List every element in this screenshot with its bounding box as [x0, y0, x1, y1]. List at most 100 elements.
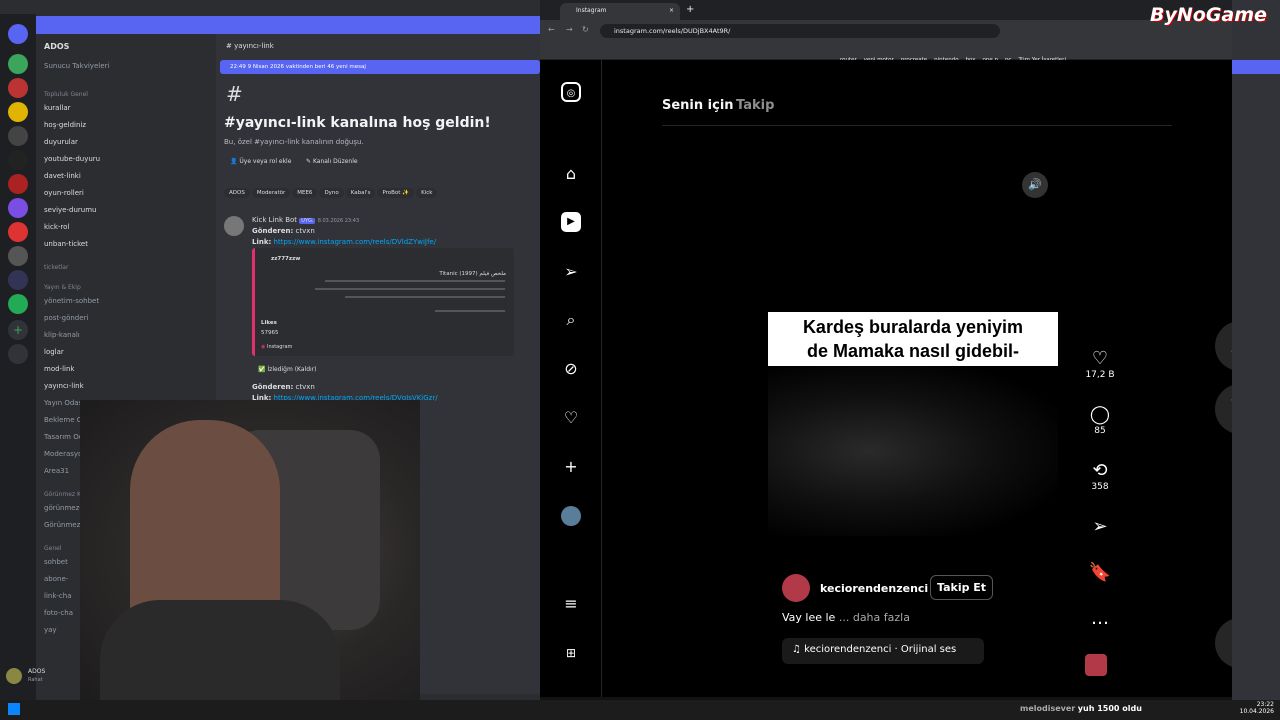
repost-icon[interactable]: ⟲	[1080, 460, 1120, 482]
explore-icon[interactable]: ⊘	[561, 359, 581, 379]
voice-channel-item[interactable]: Yayın Odası	[44, 399, 84, 407]
embed-title: Titanic (1997) ملخص فيلم	[439, 271, 506, 277]
forward-icon[interactable]: →	[566, 25, 573, 34]
like-action[interactable]: ♡ 17,2 B	[1080, 348, 1120, 380]
reel-video[interactable]: 🔊 Kardeş buralarda yeniyim de Mamaka nası…	[768, 162, 1058, 678]
share-icon[interactable]: ➢	[1080, 516, 1120, 538]
create-icon[interactable]: +	[561, 457, 581, 477]
close-tab-icon[interactable]: ×	[669, 7, 674, 14]
category-label[interactable]: Genel	[44, 545, 62, 552]
discover-icon[interactable]	[8, 344, 28, 364]
comment-action[interactable]: ◯ 85	[1080, 404, 1120, 436]
audio-thumbnail[interactable]	[1085, 654, 1107, 676]
channel-item[interactable]: foto-cha	[44, 609, 73, 617]
server-icon[interactable]	[8, 222, 28, 242]
tab-for-you[interactable]: Senin için	[662, 98, 734, 113]
channel-item[interactable]: klip-kanalı	[44, 331, 80, 339]
avatar[interactable]	[782, 574, 810, 602]
channel-item[interactable]: unban-ticket	[44, 240, 88, 248]
edit-channel-button[interactable]: ✎ Kanalı Düzenle	[306, 158, 358, 165]
category-label[interactable]: Topluluk Genel	[44, 91, 88, 98]
tab-instagram[interactable]: Instagram ×	[560, 3, 680, 20]
user-panel[interactable]: ADOS Rahat	[6, 666, 86, 688]
channel-item[interactable]: mod-link	[44, 365, 74, 373]
home-icon[interactable]: ⌂	[561, 164, 581, 184]
tab-following[interactable]: Takip	[736, 98, 774, 113]
server-icon[interactable]	[8, 24, 28, 44]
channel-item[interactable]: yay	[44, 626, 57, 634]
channel-item[interactable]: loglar	[44, 348, 64, 356]
channel-item[interactable]: post-gönderi	[44, 314, 88, 322]
follow-button[interactable]: Takip Et	[930, 575, 994, 600]
bookmarks-bar: routeryeni motorprocreatenintendoboxone …	[540, 42, 1232, 63]
back-icon[interactable]: ←	[548, 25, 555, 34]
server-icon[interactable]	[8, 174, 28, 194]
profile-icon[interactable]	[561, 506, 581, 526]
channel-item[interactable]: youtube-duyuru	[44, 155, 100, 163]
role-pill[interactable]: MEE6	[292, 188, 318, 198]
channel-item[interactable]: sohbet	[44, 558, 68, 566]
role-pill[interactable]: Kick	[416, 188, 438, 198]
address-bar[interactable]: instagram.com/reels/DUDjBX4At9R/	[600, 24, 1000, 38]
channel-item[interactable]: link-cha	[44, 592, 71, 600]
search-icon[interactable]: ⌕	[561, 310, 581, 330]
server-icon[interactable]	[8, 102, 28, 122]
server-icon[interactable]	[8, 294, 28, 314]
voice-channel-item[interactable]: Area31	[44, 467, 69, 475]
volume-icon[interactable]: 🔊	[1022, 172, 1048, 198]
windows-start-icon[interactable]	[8, 703, 20, 715]
channel-item[interactable]: yayıncı-link	[44, 382, 84, 390]
server-icon[interactable]	[8, 150, 28, 170]
more-link[interactable]: ... daha fazla	[839, 611, 910, 624]
server-icon[interactable]	[8, 54, 28, 74]
clock[interactable]: 23:22 10.04.2026	[1238, 701, 1274, 715]
reload-icon[interactable]: ↻	[582, 25, 589, 34]
channel-item[interactable]: davet-linki	[44, 172, 81, 180]
role-pill[interactable]: Dyno	[319, 188, 344, 198]
audio-chip[interactable]: ♫ keciorendenzenci · Orijinal ses	[782, 638, 984, 664]
repost-action[interactable]: ⟲ 358	[1080, 460, 1120, 492]
add-server-icon[interactable]: +	[8, 320, 28, 340]
more-options-icon[interactable]: …	[1080, 608, 1120, 630]
save-icon[interactable]: 🔖	[1080, 562, 1120, 584]
channel-item[interactable]: oyun-rolleri	[44, 189, 84, 197]
watched-tag[interactable]: ✅ İzlediğm (Kaldır)	[258, 366, 317, 373]
welcome-subtitle: Bu, özel #yayıncı-link kanalının doğuşu.	[224, 138, 364, 146]
role-pill[interactable]: ADOS	[224, 188, 250, 198]
new-tab-icon[interactable]: +	[686, 4, 694, 15]
category-label[interactable]: ticketlar	[44, 264, 68, 271]
channel-item[interactable]: kick-rol	[44, 223, 69, 231]
category-label[interactable]: Yayın & Ekip	[44, 284, 81, 291]
channel-item[interactable]: seviye-durumu	[44, 206, 96, 214]
boost-link[interactable]: Sunucu Takviyeleri	[44, 62, 109, 70]
channel-item[interactable]: duyurular	[44, 138, 78, 146]
menu-icon[interactable]: ≡	[561, 594, 581, 614]
role-pill[interactable]: Kabal's	[345, 188, 376, 198]
role-pill[interactable]: ProBot ✨	[377, 188, 415, 198]
caption-line: de Mamaka nasıl gidebil-	[806, 341, 1020, 361]
instagram-logo-icon[interactable]: ◎	[561, 82, 581, 102]
message-header: Kick Link Bot UYG. 8.03.2026 23:43	[252, 216, 360, 224]
server-icon[interactable]	[8, 198, 28, 218]
comment-icon[interactable]: ◯	[1080, 404, 1120, 426]
server-icon[interactable]	[8, 270, 28, 290]
role-pill[interactable]: Moderatör	[251, 188, 291, 198]
channel-item[interactable]: abone-	[44, 575, 68, 583]
message-link[interactable]: Link: https://www.instagram.com/reels/DV…	[252, 238, 436, 246]
reels-icon[interactable]: ▶	[561, 212, 581, 232]
notifications-icon[interactable]: ♡	[561, 408, 581, 428]
new-messages-bar[interactable]: 22:49 9 Nisan 2026 vaktinden beri 46 yen…	[220, 60, 540, 74]
avatar[interactable]	[224, 216, 244, 236]
direct-message-icon[interactable]: ➢	[561, 262, 581, 282]
heart-icon[interactable]: ♡	[1080, 348, 1120, 370]
channel-item[interactable]: kurallar	[44, 104, 71, 112]
channel-item[interactable]: hoş-geldiniz	[44, 121, 86, 129]
server-icon[interactable]	[8, 78, 28, 98]
server-icon[interactable]	[8, 246, 28, 266]
add-role-button[interactable]: 👤 Üye veya rol ekle	[230, 158, 291, 165]
channel-item[interactable]: yönetim-sohbet	[44, 297, 99, 305]
server-icon[interactable]	[8, 126, 28, 146]
server-name[interactable]: ADOS	[44, 42, 69, 51]
more-apps-icon[interactable]: ⊞	[561, 643, 581, 663]
reel-username[interactable]: keciorendenzenci	[820, 582, 928, 595]
